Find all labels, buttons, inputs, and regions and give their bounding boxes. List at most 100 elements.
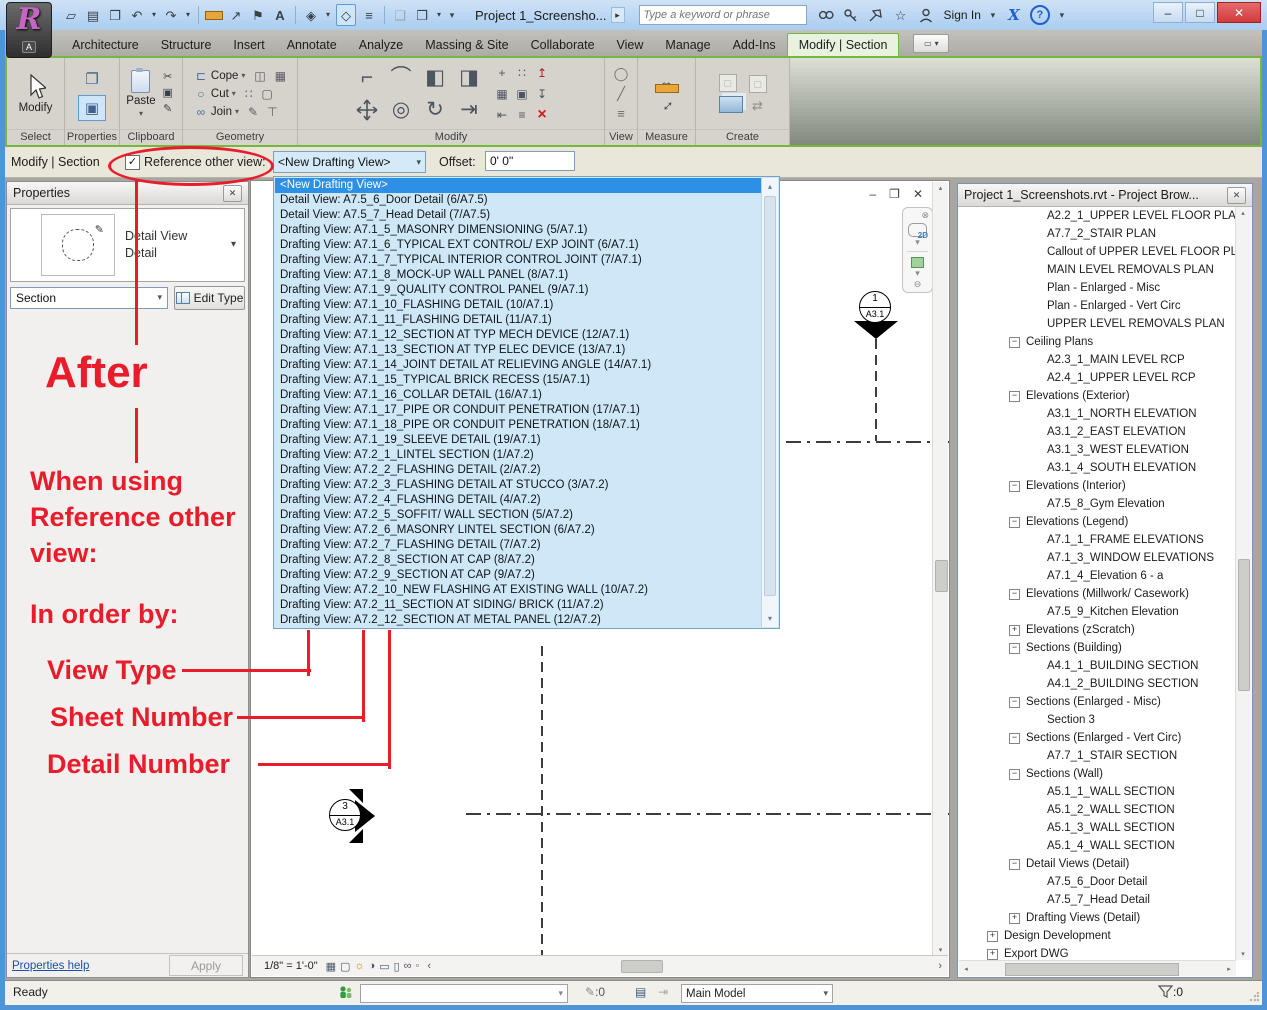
offset-icon[interactable]: ⌒ (384, 62, 418, 94)
sign-in-dropdown-icon[interactable]: ▾ (988, 6, 998, 24)
dropdown-item[interactable]: Drafting View: A7.1_14_JOINT DETAIL AT R… (275, 358, 762, 373)
title-expand-icon[interactable]: ▸ (611, 7, 625, 23)
tree-item[interactable]: +Design Development (959, 927, 1236, 945)
tab-insert[interactable]: Insert (222, 34, 275, 56)
join-button[interactable]: ∞Join▾✎⊤ (194, 103, 286, 120)
zoom-dropdown-icon[interactable]: ▾ (915, 268, 920, 279)
vertical-scroll-thumb[interactable] (1238, 559, 1250, 691)
unpin-icon[interactable]: ↥ (532, 62, 552, 83)
panel-label-properties[interactable]: Properties (65, 129, 119, 145)
section-marker-1[interactable]: 1A3.1 (859, 291, 891, 323)
tree-item[interactable]: A7.7_2_STAIR PLAN (959, 225, 1236, 243)
tree-item[interactable]: −Elevations (Millwork/ Casework) (959, 585, 1236, 603)
tree-item[interactable]: A4.1_1_BUILDING SECTION (959, 657, 1236, 675)
subscription-key-icon[interactable] (842, 6, 860, 24)
view-minimize-icon[interactable]: – (869, 187, 876, 201)
scroll-up-icon[interactable]: ▴ (762, 182, 778, 191)
dropdown-item[interactable]: Drafting View: A7.2_6_MASONRY LINTEL SEC… (275, 523, 762, 538)
collapse-icon[interactable]: − (1009, 643, 1020, 654)
tree-item[interactable]: −Ceiling Plans (959, 333, 1236, 351)
search-input[interactable] (639, 5, 807, 25)
switch-windows-dropdown-icon[interactable]: ▾ (435, 5, 443, 25)
tree-item[interactable]: A7.1_3_WINDOW ELEVATIONS (959, 549, 1236, 567)
shadows-icon[interactable]: ◑ (369, 960, 376, 973)
properties-header[interactable]: Properties ✕ (7, 182, 248, 205)
help-dropdown-icon[interactable]: ▾ (1057, 6, 1067, 24)
underlay-icon[interactable]: ≡ (611, 105, 631, 123)
scroll-down-icon[interactable]: ▾ (1236, 950, 1250, 958)
tree-item[interactable]: −Sections (Enlarged - Misc) (959, 693, 1236, 711)
dropdown-item[interactable]: Drafting View: A7.1_13_SECTION AT TYP EL… (275, 343, 762, 358)
dropdown-item[interactable]: Drafting View: A7.1_19_SLEEVE DETAIL (19… (275, 433, 762, 448)
sign-in-person-icon[interactable] (917, 6, 935, 24)
dimension-icon[interactable] (205, 5, 223, 25)
reveal-hidden-icon[interactable]: ◦ (416, 960, 420, 973)
align-icon[interactable]: ⌐ (350, 62, 384, 94)
filter-icon[interactable]: :0 (1158, 985, 1183, 999)
dropdown-item[interactable]: Drafting View: A7.1_16_COLLAR DETAIL (16… (275, 388, 762, 403)
3d-dropdown-icon[interactable]: ▾ (324, 5, 332, 25)
dropdown-item[interactable]: Drafting View: A7.2_1_LINTEL SECTION (1/… (275, 448, 762, 463)
sign-in-label[interactable]: Sign In (944, 8, 981, 22)
cope-button[interactable]: ⊏Cope▾◫▦ (194, 67, 286, 84)
switch-windows-icon[interactable]: ❐ (413, 5, 431, 25)
collapse-icon[interactable]: − (1009, 859, 1020, 870)
chevron-down-icon[interactable]: ▾ (416, 157, 421, 168)
dropdown-item[interactable]: Drafting View: A7.2_8_SECTION AT CAP (8/… (275, 553, 762, 568)
open-icon[interactable]: ▱ (62, 5, 80, 25)
dropdown-item[interactable]: Drafting View: A7.1_8_MOCK-UP WALL PANEL… (275, 268, 762, 283)
worksets-icon[interactable] (338, 985, 354, 1004)
tree-item[interactable]: A7.5_8_Gym Elevation (959, 495, 1236, 513)
save-icon[interactable]: ▤ (84, 5, 102, 25)
pin-icon[interactable]: ↧ (532, 83, 552, 104)
tree-item[interactable]: A7.5_9_Kitchen Elevation (959, 603, 1236, 621)
collapse-icon[interactable]: − (1009, 697, 1020, 708)
copy-element-icon[interactable]: ◎ (384, 94, 418, 126)
tree-item[interactable]: A2.2_1_UPPER LEVEL FLOOR PLAN (959, 207, 1236, 225)
scroll-up-icon[interactable]: ▴ (1236, 209, 1250, 217)
editable-only-icon[interactable]: ✎:0 (585, 985, 605, 999)
mirror-pick-axis-icon[interactable]: ◧ (418, 62, 452, 94)
tree-item[interactable]: A2.3_1_MAIN LEVEL RCP (959, 351, 1236, 369)
navbar-collapse-icon[interactable]: ⊖ (914, 279, 922, 290)
horizontal-scroll-thumb[interactable] (1005, 963, 1179, 976)
delete-icon[interactable]: × (532, 104, 552, 125)
collapse-icon[interactable]: − (1009, 733, 1020, 744)
scroll-up-icon[interactable]: ▴ (939, 182, 943, 196)
tree-item[interactable]: UPPER LEVEL REMOVALS PLAN (959, 315, 1236, 333)
tree-item[interactable]: +Drafting Views (Detail) (959, 909, 1236, 927)
visual-style-icon[interactable]: ▢ (340, 960, 350, 973)
detail-level-icon[interactable]: ▦ (326, 960, 336, 973)
close-hidden-windows-icon[interactable]: ❏ (391, 5, 409, 25)
dropdown-item[interactable]: Drafting View: A7.1_18_PIPE OR CONDUIT P… (275, 418, 762, 433)
collapse-icon[interactable]: − (1009, 337, 1020, 348)
tree-item[interactable]: −Detail Views (Detail) (959, 855, 1236, 873)
paste-button[interactable]: Paste ▾ (126, 70, 155, 118)
scale-icon[interactable]: ▣ (512, 83, 532, 104)
view-close-icon[interactable]: ✕ (913, 187, 923, 201)
properties-filter-dropdown[interactable]: Section▾ (10, 287, 168, 309)
view-visibility-icon[interactable]: ◯ (611, 65, 631, 83)
trim-extend-icon[interactable]: ⇥ (452, 94, 486, 126)
measure-between-icon[interactable]: ↔ (655, 93, 678, 116)
resize-grip[interactable] (1249, 992, 1259, 1002)
tree-item[interactable]: A7.1_4_Elevation 6 - a (959, 567, 1236, 585)
scroll-left-icon[interactable]: ‹ (427, 960, 431, 972)
tree-item[interactable]: MAIN LEVEL REMOVALS PLAN (959, 261, 1236, 279)
scroll-down-icon[interactable]: ▾ (762, 614, 778, 623)
section-tool-icon[interactable]: ◇ (336, 4, 356, 26)
help-icon[interactable]: ? (1030, 5, 1050, 25)
favorites-star-icon[interactable]: ☆ (892, 6, 910, 24)
dropdown-item[interactable]: Drafting View: A7.2_4_FLASHING DETAIL (4… (275, 493, 762, 508)
active-only-icon[interactable]: ⇥ (658, 985, 668, 999)
dropdown-item[interactable]: Drafting View: A7.2_12_SECTION AT METAL … (275, 613, 762, 627)
tree-item[interactable]: A7.1_1_FRAME ELEVATIONS (959, 531, 1236, 549)
tab-structure[interactable]: Structure (150, 34, 223, 56)
dropdown-item[interactable]: Drafting View: A7.2_11_SECTION AT SIDING… (275, 598, 762, 613)
scroll-left-icon[interactable]: ◂ (959, 965, 973, 973)
tree-item[interactable]: Plan - Enlarged - Vert Circ (959, 297, 1236, 315)
drawing-vertical-scrollbar[interactable]: ▴ ▾ (932, 182, 948, 958)
tree-item[interactable]: A4.1_2_BUILDING SECTION (959, 675, 1236, 693)
dropdown-item[interactable]: Drafting View: A7.1_17_PIPE OR CONDUIT P… (275, 403, 762, 418)
design-option-dropdown[interactable]: Main Model▾ (681, 984, 833, 1003)
